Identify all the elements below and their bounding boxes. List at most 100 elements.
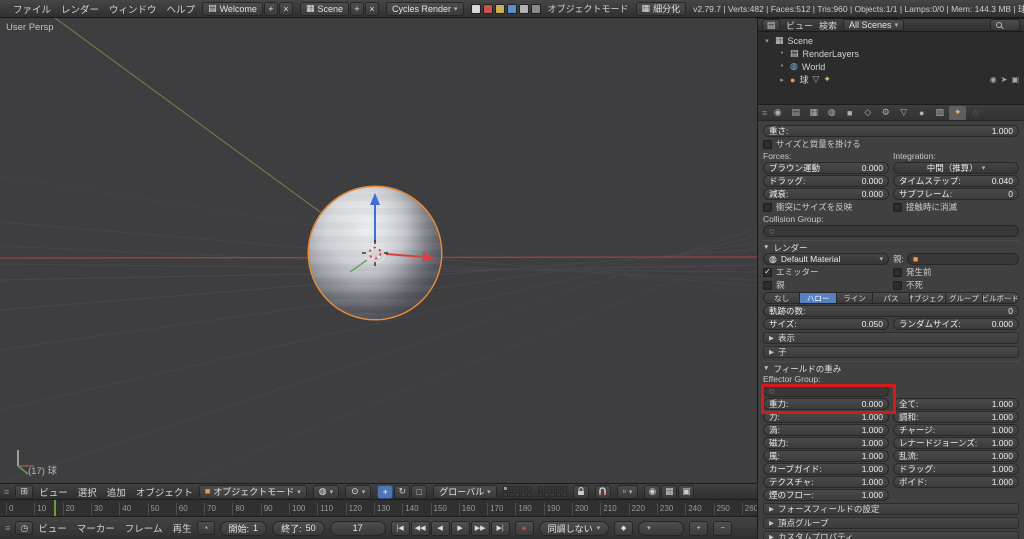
- field-weight-slider[interactable]: 風: 1.000: [763, 450, 889, 462]
- jump-to-start-button[interactable]: |◀: [390, 520, 410, 536]
- manipulator-translate-button[interactable]: +: [377, 484, 394, 499]
- delete-keyframe-button[interactable]: −: [713, 520, 733, 536]
- grease-pencil-white-icon[interactable]: [470, 3, 481, 14]
- tab-object[interactable]: ■: [841, 106, 858, 120]
- layer-toggle[interactable]: [537, 486, 543, 491]
- tab-scene[interactable]: ▦: [805, 106, 822, 120]
- layer-toggle[interactable]: [514, 492, 520, 497]
- clock-icon[interactable]: ◔: [196, 521, 215, 535]
- damp-slider[interactable]: 減衰: 0.000: [763, 188, 889, 200]
- parent-field[interactable]: ■: [906, 253, 1019, 265]
- emitter-checkbox[interactable]: ✓ エミッター: [763, 266, 819, 278]
- layer-toggle[interactable]: [520, 486, 526, 491]
- jump-to-end-button[interactable]: ▶|: [490, 520, 510, 536]
- tab-render-layers[interactable]: ▤: [787, 106, 804, 120]
- prev-keyframe-button[interactable]: ◀◀: [410, 520, 430, 536]
- camera-icon[interactable]: ▣: [678, 484, 695, 499]
- visibility-eye-icon[interactable]: ◉: [990, 75, 997, 84]
- field-weight-slider[interactable]: カーブガイド: 1.000: [763, 463, 889, 475]
- field-weight-slider[interactable]: チャージ: 1.000: [893, 424, 1019, 436]
- screen-layout-dropdown[interactable]: ▤ Welcome: [202, 1, 263, 16]
- delete-scene-button[interactable]: ×: [364, 1, 379, 16]
- render-type-button[interactable]: なし: [763, 292, 801, 304]
- start-frame-field[interactable]: 開始: 1: [219, 520, 268, 536]
- topbar-menu-item[interactable]: ヘルプ: [167, 2, 196, 16]
- timestep-slider[interactable]: タイムステップ: 0.040: [893, 175, 1019, 187]
- layer-toggle[interactable]: [561, 486, 567, 491]
- view3d-menu-item[interactable]: 選択: [78, 485, 97, 499]
- renderability-camera-icon[interactable]: ▣: [1011, 75, 1019, 84]
- outliner-display-dropdown[interactable]: All Scenes ▾: [843, 19, 905, 31]
- field-weight-slider[interactable]: 渦: 1.000: [763, 424, 889, 436]
- render-type-button[interactable]: パス: [873, 292, 910, 304]
- unborn-checkbox[interactable]: 発生前: [893, 266, 932, 278]
- topbar-menu-item[interactable]: レンダー: [61, 2, 99, 16]
- grease-pencil-yellow-icon[interactable]: [494, 3, 505, 14]
- end-frame-field[interactable]: 終了: 50: [272, 520, 325, 536]
- selectability-arrow-icon[interactable]: ➤: [1001, 75, 1008, 84]
- manipulator-rotate-button[interactable]: ↻: [394, 484, 411, 499]
- field-weight-slider[interactable]: ドラッグ: 1.000: [893, 463, 1019, 475]
- render-type-button[interactable]: ビルボード: [982, 292, 1019, 304]
- scene-dropdown[interactable]: ▦ Scene: [299, 1, 349, 16]
- field-weight-slider[interactable]: 磁力: 1.000: [763, 437, 889, 449]
- die-on-hit-checkbox[interactable]: 接触時に消滅: [893, 201, 957, 213]
- topbar-menu-item[interactable]: ファイル: [13, 2, 51, 16]
- grease-pencil-red-icon[interactable]: [482, 3, 493, 14]
- pivot-center-dropdown[interactable]: ⊙ ▾: [345, 484, 372, 499]
- tab-world[interactable]: ◍: [823, 106, 840, 120]
- outliner-item-world[interactable]: • ◍ World: [758, 60, 1024, 73]
- topbar-menu-item[interactable]: ウィンドウ: [109, 2, 157, 16]
- layer-toggle[interactable]: [520, 492, 526, 497]
- tab-particles[interactable]: ✦: [949, 105, 967, 120]
- 3d-viewport[interactable]: User Persp (17) 球: [0, 18, 757, 483]
- brownian-slider[interactable]: ブラウン運動 0.000: [763, 162, 889, 174]
- layer-toggle[interactable]: [514, 486, 520, 491]
- tab-texture[interactable]: ▨: [931, 106, 948, 120]
- grease-pencil-blue-icon[interactable]: [506, 3, 517, 14]
- layer-toggle[interactable]: [508, 492, 514, 497]
- viewport-shading-dropdown[interactable]: ◍ ▾: [312, 484, 340, 499]
- layer-toggle[interactable]: [543, 486, 549, 491]
- integration-dropdown[interactable]: 中間（推算） ▾: [893, 162, 1019, 174]
- expand-icon[interactable]: ▾: [763, 37, 771, 45]
- layer-toggle[interactable]: [526, 486, 532, 491]
- field-weight-slider[interactable]: 力: 1.000: [763, 411, 889, 423]
- layer-toggle[interactable]: [555, 492, 561, 497]
- layer-toggle[interactable]: [561, 492, 567, 497]
- opengl-render-image-button[interactable]: ◉: [644, 484, 661, 499]
- outliner-item-renderlayers[interactable]: • ▤ RenderLayers: [758, 47, 1024, 60]
- opengl-render-anim-button[interactable]: ▦: [661, 484, 678, 499]
- timeline-menu-item[interactable]: ビュー: [38, 521, 67, 535]
- current-frame-marker[interactable]: [54, 500, 56, 516]
- outliner-search-menu[interactable]: 検索: [819, 19, 837, 32]
- tab-render[interactable]: ◉: [769, 106, 786, 120]
- layer-toggle[interactable]: [526, 492, 532, 497]
- brush-icon[interactable]: [518, 3, 529, 14]
- field-weight-slider[interactable]: ボイド: 1.000: [893, 476, 1019, 488]
- weight-slider[interactable]: 重さ: 1.000: [763, 125, 1019, 137]
- field-weights-section-header[interactable]: ▼ フィールドの重み: [763, 361, 1019, 374]
- field-weight-slider[interactable]: 調和: 1.000: [893, 411, 1019, 423]
- layer-toggle[interactable]: [543, 492, 549, 497]
- field-weight-slider[interactable]: 煙のフロー: 1.000: [763, 489, 889, 501]
- outliner-filter-field[interactable]: [990, 19, 1020, 31]
- custom-properties-section-header[interactable]: ▶ カスタムプロパティ: [763, 531, 1019, 539]
- subdivide-button[interactable]: ▦ 細分化: [635, 1, 687, 16]
- layer-toggle[interactable]: [537, 492, 543, 497]
- gravity-weight-slider[interactable]: 重力: 0.000: [763, 398, 889, 410]
- outliner-item-sphere[interactable]: ▸ ● 球 ▽ ✦ ◉ ➤ ▣: [758, 73, 1024, 86]
- vertex-groups-section-header[interactable]: ▶ 頂点グループ: [763, 517, 1019, 529]
- manipulator-scale-button[interactable]: □: [411, 484, 428, 499]
- mode-dropdown[interactable]: ■ オブジェクトモード ▾: [198, 484, 307, 499]
- drag-slider[interactable]: ドラッグ: 0.000: [763, 175, 889, 187]
- next-keyframe-button[interactable]: ▶▶: [470, 520, 490, 536]
- view3d-menu-item[interactable]: ビュー: [39, 485, 68, 499]
- field-weight-slider[interactable]: テクスチャ: 1.000: [763, 476, 889, 488]
- tab-constraints[interactable]: ◇: [859, 106, 876, 120]
- tab-modifiers[interactable]: ⚙: [877, 106, 894, 120]
- render-type-button[interactable]: オブジェク..: [909, 292, 947, 304]
- layer-toggle[interactable]: [508, 486, 514, 491]
- eraser-icon[interactable]: [530, 3, 541, 14]
- parents-checkbox[interactable]: 親: [763, 279, 785, 291]
